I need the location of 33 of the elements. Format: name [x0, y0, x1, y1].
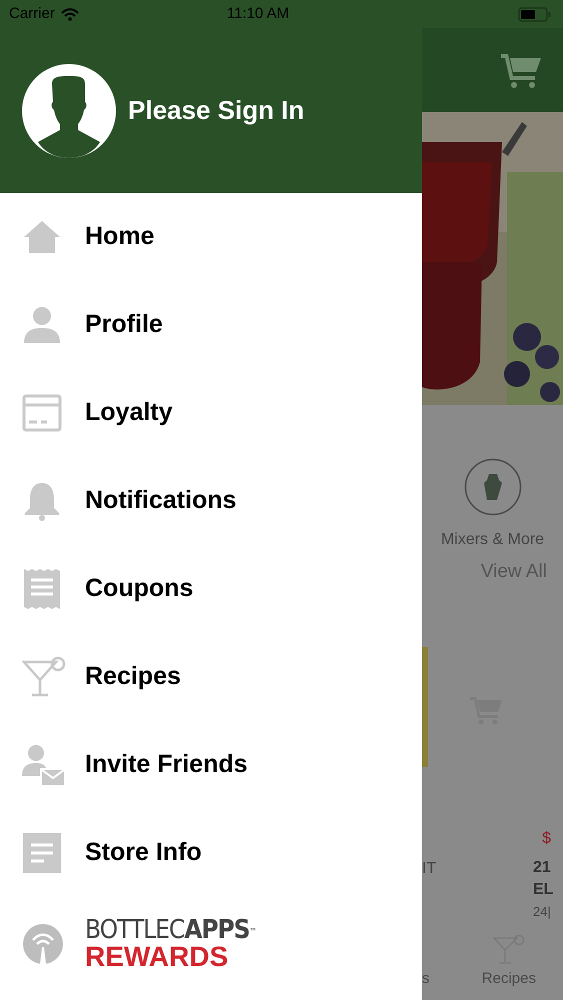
cocktail-glass-icon: [22, 656, 66, 698]
menu-item[interactable]: Coupons: [0, 545, 422, 633]
menu-item[interactable]: Home: [0, 193, 422, 281]
product-name-line: 21: [533, 858, 552, 878]
cart-icon[interactable]: [501, 52, 541, 88]
product-size: 24|: [533, 902, 552, 921]
logo-rewards: REWARDS: [85, 943, 230, 971]
menu-item[interactable]: Store Info: [0, 809, 422, 897]
logo-wordmark: BOTTLECAPPS$^{™}$: [85, 917, 256, 943]
carrier-label: Carrier: [9, 4, 55, 24]
menu-item[interactable]: Notifications: [0, 457, 422, 545]
menu-item[interactable]: Invite Friends: [0, 721, 422, 809]
card-icon: [22, 393, 62, 433]
menu-item[interactable]: Loyalty: [0, 369, 422, 457]
price-text: $: [542, 828, 552, 848]
clock: 11:10 AM: [226, 4, 290, 24]
bottle-cap-icon: [22, 923, 64, 965]
product-name: IT: [422, 858, 436, 878]
product-name-line: EL: [533, 880, 554, 900]
receipt-icon: [22, 568, 62, 610]
house-icon: [22, 219, 62, 255]
avatar-icon[interactable]: [22, 64, 116, 158]
bell-icon: [22, 481, 62, 521]
battery-icon: [518, 6, 552, 22]
category-label: Mixers & More: [440, 530, 544, 550]
menu-item[interactable]: Profile: [0, 281, 422, 369]
menu-item[interactable]: Recipes: [0, 633, 422, 721]
sign-in-link[interactable]: Please Sign In: [128, 91, 304, 130]
person-envelope-icon: [22, 744, 64, 786]
shaker-icon[interactable]: [464, 458, 522, 516]
document-icon: [22, 832, 62, 874]
wifi-icon: [60, 8, 79, 20]
person-icon: [22, 305, 62, 345]
